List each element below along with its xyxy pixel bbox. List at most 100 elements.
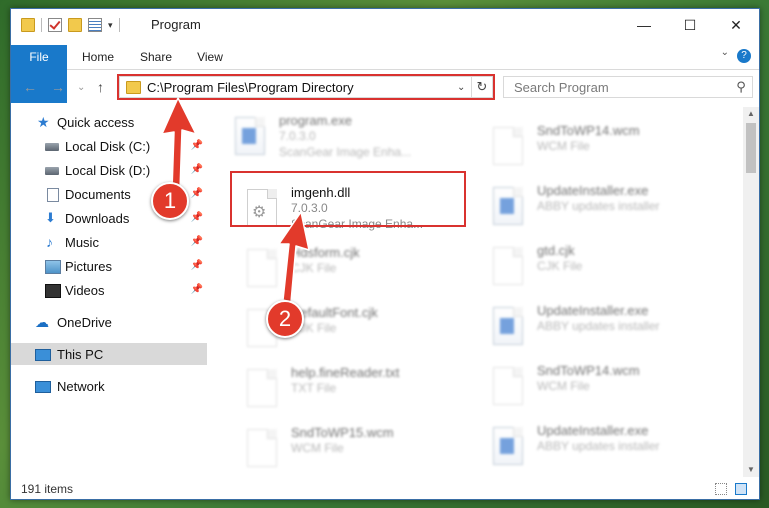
- pin-icon[interactable]: 📌: [191, 188, 203, 199]
- file-description: ABBY updates installer: [537, 439, 660, 453]
- title-bar: ▾ Program — ☐ ✕: [11, 9, 759, 41]
- nav-item-label: Quick access: [57, 114, 135, 130]
- window-title: Program: [151, 17, 201, 32]
- file-name: program.exe: [279, 113, 352, 128]
- customize-toolbar-chevron-down-icon[interactable]: ▾: [108, 20, 113, 31]
- nav-item-network[interactable]: Network: [11, 375, 207, 397]
- star-icon: ★: [37, 114, 50, 130]
- computer-icon: [35, 349, 51, 361]
- list-item[interactable]: program.exe 7.0.3.0 ScanGear Image Enha.…: [221, 111, 471, 169]
- file-name: SndToWP14.wcm: [537, 363, 640, 378]
- file-icon: [493, 367, 523, 405]
- cloud-icon: ☁: [35, 314, 49, 330]
- document-icon: [47, 188, 59, 202]
- search-input[interactable]: [512, 78, 730, 96]
- file-version: 7.0.3.0: [279, 129, 316, 143]
- file-icon: [247, 249, 277, 287]
- navigation-pane: ★ Quick access Local Disk (C:) 📌 Local D…: [11, 107, 207, 477]
- list-item[interactable]: Hdsform.cjk CJK File: [233, 243, 483, 301]
- hard-drive-icon: [45, 167, 59, 175]
- file-list: program.exe 7.0.3.0 ScanGear Image Enha.…: [221, 107, 739, 477]
- executable-icon: [493, 427, 523, 465]
- list-item[interactable]: UpdateInstaller.exe ABBY updates install…: [479, 181, 729, 239]
- details-view-icon[interactable]: [715, 483, 727, 495]
- large-icons-view-icon[interactable]: [735, 483, 747, 495]
- tab-share[interactable]: Share: [131, 45, 181, 69]
- file-highlight-box: [230, 171, 466, 227]
- file-type: WCM File: [537, 379, 590, 393]
- close-button[interactable]: ✕: [713, 9, 759, 41]
- pin-icon[interactable]: 📌: [191, 140, 203, 151]
- file-icon: [247, 369, 277, 407]
- file-description: ABBY updates installer: [537, 319, 660, 333]
- list-item[interactable]: SndToWP15.wcm WCM File: [233, 423, 483, 477]
- scroll-up-icon[interactable]: ▲: [743, 107, 759, 121]
- toolbar-divider: [118, 18, 120, 32]
- music-note-icon: ♪: [46, 234, 53, 250]
- nav-item-this-pc[interactable]: This PC: [11, 343, 207, 365]
- address-highlight-box: [117, 74, 495, 100]
- help-icon[interactable]: ?: [737, 49, 751, 63]
- new-folder-icon[interactable]: [68, 18, 82, 32]
- nav-item-label: Pictures: [65, 258, 112, 274]
- nav-item-music[interactable]: ♪ Music 📌: [11, 231, 207, 253]
- nav-item-label: Documents: [65, 186, 131, 202]
- executable-icon: [493, 187, 523, 225]
- pin-icon[interactable]: 📌: [191, 236, 203, 247]
- folder-icon: [21, 18, 35, 32]
- download-arrow-icon: ⬇: [45, 210, 56, 225]
- nav-item-label: Music: [65, 234, 99, 250]
- file-description: ScanGear Image Enha...: [279, 145, 412, 159]
- tab-view[interactable]: View: [187, 45, 233, 69]
- list-item[interactable]: gtd.cjk CJK File: [479, 241, 729, 299]
- nav-item-label: OneDrive: [57, 314, 112, 330]
- pin-icon[interactable]: 📌: [191, 260, 203, 271]
- nav-item-local-disk-d[interactable]: Local Disk (D:) 📌: [11, 159, 207, 181]
- pin-icon[interactable]: 📌: [191, 284, 203, 295]
- list-item[interactable]: SndToWP14.wcm WCM File: [479, 121, 729, 179]
- search-box[interactable]: ⚲: [503, 76, 753, 98]
- recent-locations-chevron-icon[interactable]: ⌄: [77, 82, 85, 93]
- expand-ribbon-chevron-icon[interactable]: ⌄: [721, 47, 729, 58]
- minimize-icon: —: [637, 17, 651, 33]
- item-count: 191 items: [21, 482, 74, 496]
- scroll-down-icon[interactable]: ▼: [743, 463, 759, 477]
- minimize-button[interactable]: —: [621, 9, 667, 41]
- file-name: Hdsform.cjk: [291, 245, 360, 260]
- nav-item-onedrive[interactable]: ☁ OneDrive: [11, 311, 207, 333]
- network-icon: [35, 381, 51, 393]
- list-item[interactable]: UpdateInstaller.exe ABBY updates install…: [479, 421, 729, 477]
- scrollbar-thumb[interactable]: [746, 123, 756, 173]
- pin-icon[interactable]: 📌: [191, 164, 203, 175]
- list-item[interactable]: UpdateInstaller.exe ABBY updates install…: [479, 301, 729, 359]
- file-name: SndToWP14.wcm: [537, 123, 640, 138]
- nav-item-quick-access[interactable]: ★ Quick access: [11, 111, 207, 133]
- list-item[interactable]: help.fineReader.txt TXT File: [233, 363, 483, 421]
- pictures-icon: [45, 260, 61, 274]
- file-name: SndToWP15.wcm: [291, 425, 394, 440]
- maximize-button[interactable]: ☐: [667, 9, 713, 41]
- file-explorer-window: ▾ Program — ☐ ✕ File Home Share View ⌄ ?…: [10, 8, 760, 500]
- file-type: CJK File: [537, 259, 583, 273]
- file-icon: [493, 247, 523, 285]
- file-name: DefaultFont.cjk: [291, 305, 378, 320]
- nav-item-label: Videos: [65, 282, 105, 298]
- nav-item-pictures[interactable]: Pictures 📌: [11, 255, 207, 277]
- nav-item-label: Local Disk (D:): [65, 162, 151, 178]
- nav-item-local-disk-c[interactable]: Local Disk (C:) 📌: [11, 135, 207, 157]
- file-icon: [247, 429, 277, 467]
- nav-item-videos[interactable]: Videos 📌: [11, 279, 207, 301]
- file-description: ABBY updates installer: [537, 199, 660, 213]
- pin-icon[interactable]: 📌: [191, 212, 203, 223]
- back-arrow-icon[interactable]: ←: [23, 79, 37, 95]
- forward-arrow-icon[interactable]: →: [51, 79, 65, 95]
- list-item[interactable]: SndToWP14.wcm WCM File: [479, 361, 729, 419]
- navigation-row: ← → ⌄ ↑ C:\Program Files\Program Directo…: [11, 71, 759, 103]
- up-arrow-icon[interactable]: ↑: [97, 79, 104, 95]
- vertical-scrollbar[interactable]: ▲ ▼: [743, 107, 759, 477]
- search-icon[interactable]: ⚲: [730, 79, 752, 95]
- properties-check-icon[interactable]: [48, 18, 62, 32]
- tab-home[interactable]: Home: [73, 45, 123, 69]
- executable-icon: [493, 307, 523, 345]
- list-properties-icon[interactable]: [88, 18, 102, 32]
